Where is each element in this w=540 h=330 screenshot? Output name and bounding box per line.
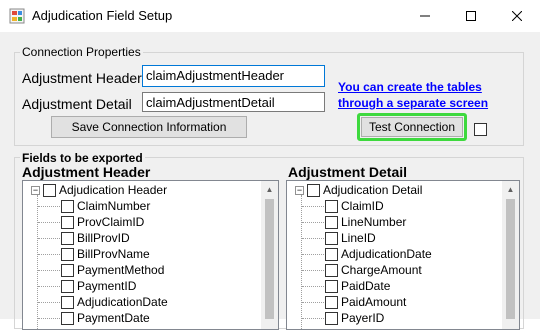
tree-node-checkbox[interactable] xyxy=(325,263,338,277)
create-tables-link-line1[interactable]: You can create the tables xyxy=(338,79,482,95)
title-bar: Adjudication Field Setup xyxy=(0,0,540,32)
window-title: Adjudication Field Setup xyxy=(32,8,173,23)
adjustment-detail-label: Adjustment Detail xyxy=(22,96,132,112)
tree-node[interactable]: PaymentMethod xyxy=(61,262,164,278)
tree-node-label: PaymentDate xyxy=(77,311,150,325)
tree-root-label: Adjudication Header xyxy=(59,183,168,197)
tree-node[interactable]: AdjudicationDate xyxy=(61,294,168,310)
tree-node-checkbox[interactable] xyxy=(61,231,74,245)
adjustment-detail-tree[interactable]: − Adjudication Detail ClaimID LineNumber… xyxy=(286,180,520,330)
maximize-icon xyxy=(466,11,476,21)
tree-node-checkbox[interactable] xyxy=(307,183,320,197)
maximize-button[interactable] xyxy=(448,0,494,32)
tree-node-checkbox[interactable] xyxy=(43,183,56,197)
tree-root-node[interactable]: − Adjudication Detail xyxy=(295,182,422,198)
tree-node-checkbox[interactable] xyxy=(325,279,338,293)
tree-node-label: PaidAmount xyxy=(341,295,407,309)
collapse-icon[interactable]: − xyxy=(31,185,40,195)
tree-node[interactable]: PaymentID xyxy=(61,278,136,294)
adjustment-header-tree[interactable]: − Adjudication Header ClaimNumber ProvCl… xyxy=(22,180,279,330)
tree-node-label: LineNumber xyxy=(341,215,407,229)
tree-node-checkbox[interactable] xyxy=(61,311,74,325)
tree-node-checkbox[interactable] xyxy=(61,263,74,277)
tree-node-label: PaidDate xyxy=(341,279,391,293)
collapse-icon[interactable]: − xyxy=(295,185,304,195)
tree-node[interactable]: AdjudicationDate xyxy=(325,246,432,262)
tree-node[interactable]: PaidDate xyxy=(325,278,390,294)
tree-node-label: PayerID xyxy=(341,311,385,325)
tree-node-checkbox[interactable] xyxy=(325,295,338,309)
test-connection-button[interactable]: Test Connection xyxy=(361,117,463,137)
tree-node[interactable]: BillProvID xyxy=(61,230,130,246)
tree-node-label: BillProvName xyxy=(77,247,150,261)
tree-node-label: ClaimID xyxy=(341,199,384,213)
vertical-scrollbar[interactable]: ▲ xyxy=(261,181,278,329)
tree-node[interactable]: PaidAmount xyxy=(325,294,406,310)
tree-node[interactable]: PayerID xyxy=(325,310,384,326)
tree-node-checkbox[interactable] xyxy=(325,215,338,229)
tree-node[interactable]: ProvClaimID xyxy=(61,214,144,230)
tree-node-label: PaymentID xyxy=(77,279,137,293)
tree-node-label: ProvClaimID xyxy=(77,215,145,229)
tree-node-label: ClaimNumber xyxy=(77,199,151,213)
tree-node[interactable]: LineNumber xyxy=(325,214,406,230)
tree-node-checkbox[interactable] xyxy=(61,279,74,293)
adjustment-header-label: Adjustment Header xyxy=(22,70,142,86)
tree-node-label: PaymentMethod xyxy=(77,263,165,277)
close-button[interactable] xyxy=(494,0,540,32)
create-tables-link-line2[interactable]: through a separate screen xyxy=(338,95,488,111)
adjustment-detail-input[interactable]: claimAdjustmentDetail xyxy=(142,92,325,112)
tree-node-label: AdjudicationDate xyxy=(341,247,432,261)
minimize-button[interactable] xyxy=(402,0,448,32)
tree-node-label: BillProvID xyxy=(77,231,130,245)
adjustment-detail-tree-title: Adjustment Detail xyxy=(288,164,408,180)
tree-node[interactable]: PaymentDate xyxy=(61,310,150,326)
minimize-icon xyxy=(420,15,430,17)
save-connection-button[interactable]: Save Connection Information xyxy=(51,116,247,138)
tree-node-checkbox[interactable] xyxy=(61,215,74,229)
tree-node-checkbox[interactable] xyxy=(325,247,338,261)
tree-node-checkbox[interactable] xyxy=(325,311,338,325)
vertical-scrollbar[interactable]: ▲ xyxy=(502,181,519,329)
adjustment-header-input[interactable]: claimAdjustmentHeader xyxy=(142,65,325,87)
tree-node-checkbox[interactable] xyxy=(61,199,74,213)
tree-root-label: Adjudication Detail xyxy=(323,183,423,197)
scroll-up-icon[interactable]: ▲ xyxy=(261,181,278,198)
close-icon xyxy=(512,11,522,21)
scrollbar-thumb[interactable] xyxy=(265,199,274,319)
tree-node-label: ChargeAmount xyxy=(341,263,422,277)
scrollbar-thumb[interactable] xyxy=(506,199,515,319)
tree-node[interactable]: LineID xyxy=(325,230,376,246)
tree-node-label: LineID xyxy=(341,231,376,245)
tree-node[interactable]: ClaimID xyxy=(325,198,384,214)
tree-node-checkbox[interactable] xyxy=(61,247,74,261)
tree-root-node[interactable]: − Adjudication Header xyxy=(31,182,167,198)
adjustment-header-tree-title: Adjustment Header xyxy=(22,164,151,180)
app-icon xyxy=(9,8,25,24)
tree-node-label: AdjudicationDate xyxy=(77,295,168,309)
tree-node[interactable]: ChargeAmount xyxy=(325,262,422,278)
tree-node[interactable]: ClaimNumber xyxy=(61,198,150,214)
tree-node-checkbox[interactable] xyxy=(325,231,338,245)
tree-node-checkbox[interactable] xyxy=(61,295,74,309)
fields-export-title: Fields to be exported xyxy=(20,151,145,165)
scroll-up-icon[interactable]: ▲ xyxy=(502,181,519,198)
tree-node[interactable]: BillProvName xyxy=(61,246,150,262)
connection-properties-title: Connection Properties xyxy=(20,45,143,59)
test-connection-checkbox[interactable] xyxy=(474,123,487,136)
tree-node-checkbox[interactable] xyxy=(325,199,338,213)
